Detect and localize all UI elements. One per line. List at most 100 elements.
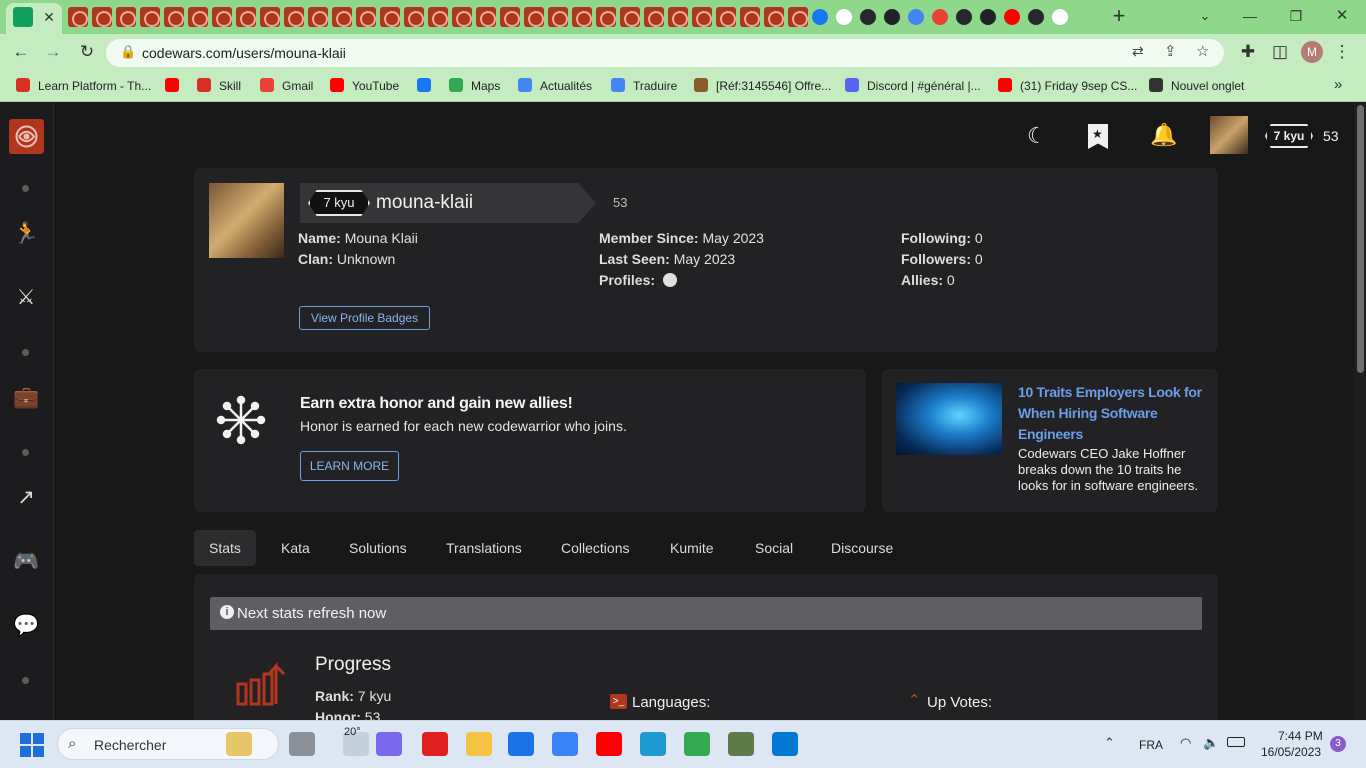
tab-favicon-gmail-icon[interactable]: [932, 9, 948, 25]
tab-favicon-codewars-icon[interactable]: [716, 7, 736, 27]
more-bookmarks-icon[interactable]: »: [1334, 76, 1342, 93]
tab-favicon-google-icon[interactable]: [1052, 9, 1068, 25]
bookmark-item[interactable]: Traduire: [611, 78, 677, 94]
bookmark-item[interactable]: YouTube: [330, 78, 399, 94]
reload-icon[interactable]: ↻: [76, 42, 98, 62]
tab-favicon-codewars-icon[interactable]: [764, 7, 784, 27]
codewars-logo-icon[interactable]: [9, 119, 44, 154]
article-title-link[interactable]: 10 Traits Employers Look for When Hiring…: [1018, 382, 1208, 445]
new-tab-icon[interactable]: +: [1108, 5, 1130, 27]
bookmark-item[interactable]: (31) Friday 9sep CS...: [998, 78, 1137, 94]
github-icon[interactable]: [662, 273, 677, 287]
tab-favicon-codewars-icon[interactable]: [332, 7, 352, 27]
bookmark-item[interactable]: Discord | #général |...: [845, 78, 981, 94]
tab-favicon-codewars-icon[interactable]: [476, 7, 496, 27]
notification-count-badge[interactable]: 3: [1330, 736, 1346, 752]
chat-icon[interactable]: 💬: [13, 613, 39, 639]
tab-favicon-microsoft-icon[interactable]: [908, 9, 924, 25]
extensions-icon[interactable]: ✚: [1237, 42, 1259, 62]
tab-favicon-codewars-icon[interactable]: [428, 7, 448, 27]
taskbar-file-explorer-icon[interactable]: [466, 732, 492, 756]
tab-favicon-codewars-icon[interactable]: [644, 7, 664, 27]
bookmark-item[interactable]: Gmail: [260, 78, 313, 94]
profile-avatar[interactable]: M: [1301, 41, 1323, 63]
bookmark-item[interactable]: [165, 78, 187, 94]
discord-icon[interactable]: 🎮: [13, 549, 39, 575]
tab-favicon-codewars-icon[interactable]: [620, 7, 640, 27]
tab-favicon-codewars-icon[interactable]: [260, 7, 280, 27]
taskbar-git-icon[interactable]: [728, 732, 754, 756]
tab-favicon-github-icon[interactable]: [956, 9, 972, 25]
tab-solutions[interactable]: Solutions: [334, 530, 422, 566]
practice-icon[interactable]: 🏃: [13, 221, 39, 247]
jobs-briefcase-icon[interactable]: 💼: [13, 385, 39, 411]
windows-start-icon[interactable]: [20, 733, 44, 757]
page-scrollbar[interactable]: [1354, 103, 1366, 720]
tab-favicon-codewars-icon[interactable]: [692, 7, 712, 27]
tab-favicon-codewars-icon[interactable]: [116, 7, 136, 27]
taskbar-youtube-icon[interactable]: [596, 732, 622, 756]
side-panel-icon[interactable]: ◫: [1269, 42, 1291, 62]
tab-favicon-react-icon[interactable]: [980, 9, 996, 25]
tab-favicon-codewars-icon[interactable]: [236, 7, 256, 27]
dark-mode-moon-icon[interactable]: ☾: [1027, 123, 1047, 149]
close-tab-icon[interactable]: ✕: [38, 7, 60, 27]
tab-favicon-codewars-icon[interactable]: [548, 7, 568, 27]
tab-favicon-codewars-icon[interactable]: [284, 7, 304, 27]
bookmark-star-icon[interactable]: ☆: [1196, 42, 1209, 60]
taskbar-edge-icon[interactable]: [640, 732, 666, 756]
tab-favicon-codewars-icon[interactable]: [356, 7, 376, 27]
tab-favicon-codewars-icon[interactable]: [212, 7, 232, 27]
leaderboard-trend-icon[interactable]: ↗: [13, 485, 39, 511]
bookmark-item[interactable]: Maps: [449, 78, 500, 94]
tab-favicon-codewars-icon[interactable]: [668, 7, 688, 27]
tab-favicon-codewars-icon[interactable]: [572, 7, 592, 27]
share-icon[interactable]: ⇪: [1164, 42, 1177, 60]
tab-favicon-codewars-icon[interactable]: [500, 7, 520, 27]
tab-search-icon[interactable]: ⌄: [1194, 6, 1216, 26]
volume-icon[interactable]: 🔈: [1203, 735, 1219, 751]
tab-favicon-codewars-icon[interactable]: [92, 7, 112, 27]
tab-favicon-codewars-icon[interactable]: [524, 7, 544, 27]
lock-icon[interactable]: 🔒: [120, 44, 136, 60]
translate-page-icon[interactable]: ⇄: [1132, 43, 1144, 60]
tab-favicon-codewars-icon[interactable]: [788, 7, 808, 27]
battery-icon[interactable]: [1227, 737, 1245, 747]
header-avatar[interactable]: [1210, 116, 1248, 154]
taskbar-opera-icon[interactable]: [422, 732, 448, 756]
input-language[interactable]: FRA: [1139, 738, 1163, 752]
tab-kumite[interactable]: Kumite: [655, 530, 729, 566]
tray-overflow-icon[interactable]: ⌃: [1104, 735, 1115, 751]
clock-date[interactable]: 16/05/2023: [1261, 745, 1321, 759]
tab-favicon-codewars-icon[interactable]: [140, 7, 160, 27]
tab-favicon-codewars-icon[interactable]: [188, 7, 208, 27]
bookmark-item[interactable]: Learn Platform - Th...: [16, 78, 151, 94]
close-window-icon[interactable]: ✕: [1331, 6, 1353, 26]
tab-social[interactable]: Social: [740, 530, 808, 566]
bookmark-item[interactable]: Actualités: [518, 78, 592, 94]
tab-favicon-codewars-icon[interactable]: [740, 7, 760, 27]
notifications-bell-icon[interactable]: 🔔: [1150, 122, 1177, 148]
tab-favicon-codewars-icon[interactable]: [452, 7, 472, 27]
view-profile-badges-button[interactable]: View Profile Badges: [299, 306, 430, 330]
bookmark-item[interactable]: [417, 78, 439, 94]
weather-temperature[interactable]: 20°: [344, 726, 361, 738]
tab-favicon-codewars-icon[interactable]: [308, 7, 328, 27]
bookmark-item[interactable]: Nouvel onglet: [1149, 78, 1244, 94]
taskbar-widgets-icon[interactable]: [226, 732, 252, 756]
tab-favicon-codewars-icon[interactable]: [596, 7, 616, 27]
taskbar-vscode-icon[interactable]: [772, 732, 798, 756]
restore-icon[interactable]: ❐: [1285, 6, 1307, 26]
taskbar-chrome-icon[interactable]: [684, 732, 710, 756]
taskbar-store-icon[interactable]: [552, 732, 578, 756]
taskbar-teams-icon[interactable]: [376, 732, 402, 756]
tab-favicon-codewars-icon[interactable]: [68, 7, 88, 27]
address-bar[interactable]: 🔒 codewars.com/users/mouna-klaii ⇄ ⇪ ☆: [106, 39, 1224, 67]
tab-favicon-codewars-icon[interactable]: [404, 7, 424, 27]
tab-favicon-github-icon[interactable]: [860, 9, 876, 25]
wifi-icon[interactable]: ◠: [1180, 735, 1191, 751]
forward-icon[interactable]: →: [42, 42, 64, 62]
menu-icon[interactable]: ⋮: [1331, 42, 1353, 62]
taskbar-task-view-icon[interactable]: [289, 732, 315, 756]
bookmark-item[interactable]: Skill: [197, 78, 241, 94]
